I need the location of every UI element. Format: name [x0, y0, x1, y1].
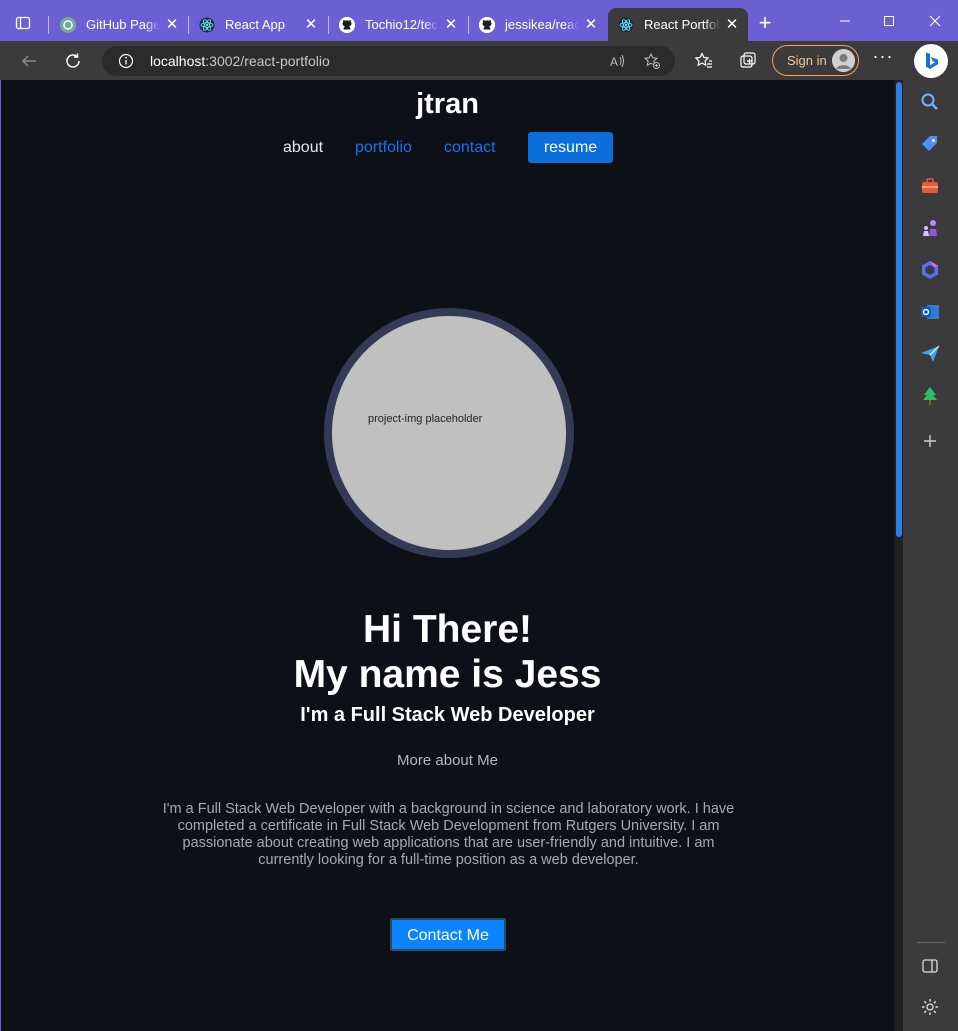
- search-icon[interactable]: [920, 92, 940, 112]
- minimize-button[interactable]: [822, 8, 868, 34]
- tab-title: GitHub Pages: [86, 17, 160, 32]
- send-paper-plane-icon[interactable]: [920, 344, 940, 364]
- profile-image-frame: project-img placeholder: [324, 308, 574, 558]
- page-scrollbar[interactable]: [894, 80, 903, 1031]
- url-text: localhost:3002/react-portfolio: [150, 53, 330, 69]
- hero-greeting: Hi There!: [362, 608, 533, 651]
- tab-react-app[interactable]: React App ✕: [189, 8, 327, 41]
- maximize-button[interactable]: [866, 8, 912, 34]
- shopping-tag-icon[interactable]: [920, 134, 940, 154]
- tools-briefcase-icon[interactable]: [920, 176, 940, 196]
- contact-me-button[interactable]: Contact Me: [390, 918, 506, 951]
- site-nav: about portfolio contact resume: [1, 132, 894, 163]
- more-options-button[interactable]: ···: [872, 47, 894, 71]
- tab-title: React App: [225, 17, 285, 32]
- settings-gear-icon[interactable]: [920, 997, 940, 1017]
- games-chess-icon[interactable]: [920, 218, 940, 238]
- hero-name: My name is Jess: [293, 653, 602, 696]
- tab-title: React Portfolio: [644, 17, 720, 32]
- close-icon: [929, 15, 941, 27]
- minimize-icon: [840, 20, 850, 22]
- tree-icon[interactable]: [920, 386, 940, 406]
- maximize-icon: [884, 16, 894, 26]
- edge-sidebar: [903, 80, 958, 1031]
- url-path: :3002/react-portfolio: [205, 53, 330, 69]
- nav-portfolio-link[interactable]: portfolio: [355, 139, 412, 157]
- react-icon: [618, 17, 634, 33]
- tab-github-pages[interactable]: GitHub Pages ✕: [50, 8, 188, 41]
- site-title: jtran: [416, 88, 479, 120]
- tab-tochio12-tech[interactable]: Tochio12/tech ✕: [329, 8, 467, 41]
- arrow-left-icon: [21, 55, 36, 67]
- close-tab-icon[interactable]: ✕: [303, 16, 319, 33]
- svg-text:A: A: [610, 55, 618, 69]
- close-window-button[interactable]: [912, 8, 958, 34]
- close-tab-icon[interactable]: ✕: [443, 16, 459, 33]
- favorites-icon[interactable]: [694, 51, 714, 71]
- sidebar-divider: [917, 942, 945, 943]
- back-button[interactable]: [15, 47, 43, 75]
- microsoft-365-icon[interactable]: [920, 260, 940, 280]
- tab-strip: GitHub Pages ✕ React App ✕ Tochio12/tech…: [0, 0, 958, 41]
- refresh-icon: [66, 53, 80, 68]
- react-icon: [199, 17, 215, 33]
- sign-in-label: Sign in: [787, 53, 827, 68]
- page-viewport: jtran about portfolio contact resume pro…: [0, 80, 903, 1031]
- hide-sidebar-icon[interactable]: [920, 956, 940, 976]
- tab-actions-icon: [15, 16, 31, 30]
- profile-image-alt-text: project-img placeholder: [368, 413, 483, 425]
- add-favorite-icon[interactable]: [643, 52, 661, 70]
- sign-in-button[interactable]: Sign in: [772, 45, 859, 76]
- tab-separator: [48, 16, 49, 34]
- more-about-heading: More about Me: [397, 752, 498, 769]
- browser-toolbar: localhost:3002/react-portfolio A Sign in…: [0, 41, 958, 80]
- github-icon: [339, 16, 355, 33]
- new-tab-button[interactable]: +: [754, 12, 776, 34]
- outlook-icon[interactable]: [920, 302, 940, 322]
- bing-copilot-button[interactable]: [914, 44, 948, 78]
- tab-title: Tochio12/tech: [365, 17, 439, 32]
- info-icon[interactable]: [118, 53, 134, 69]
- resume-button[interactable]: resume: [528, 132, 613, 163]
- hero-subheading: I'm a Full Stack Web Developer: [300, 704, 595, 726]
- scrollbar-thumb[interactable]: [896, 82, 902, 537]
- tab-title: jessikea/react: [505, 17, 579, 32]
- refresh-button[interactable]: [59, 47, 87, 75]
- chatgpt-icon: [60, 16, 76, 33]
- tab-jessikea-react[interactable]: jessikea/react ✕: [469, 8, 607, 41]
- profile-image: project-img placeholder: [332, 316, 566, 550]
- url-host: localhost: [150, 53, 206, 69]
- tab-react-portfolio[interactable]: React Portfolio ✕: [608, 8, 748, 41]
- github-icon: [479, 16, 495, 33]
- nav-contact-link[interactable]: contact: [444, 139, 496, 157]
- profile-avatar: [832, 49, 855, 72]
- address-bar[interactable]: localhost:3002/react-portfolio A: [102, 46, 675, 76]
- collections-icon[interactable]: [738, 51, 758, 71]
- user-icon: [832, 49, 855, 72]
- tab-actions-button[interactable]: [10, 10, 36, 36]
- close-tab-icon[interactable]: ✕: [164, 16, 180, 33]
- close-tab-icon[interactable]: ✕: [583, 16, 599, 33]
- add-icon[interactable]: [920, 431, 940, 451]
- nav-about-link[interactable]: about: [283, 139, 323, 157]
- read-aloud-icon[interactable]: A: [608, 52, 626, 70]
- close-tab-icon[interactable]: ✕: [724, 16, 740, 33]
- bing-icon: [926, 52, 938, 69]
- bio-paragraph: I'm a Full Stack Web Developer with a ba…: [162, 801, 735, 868]
